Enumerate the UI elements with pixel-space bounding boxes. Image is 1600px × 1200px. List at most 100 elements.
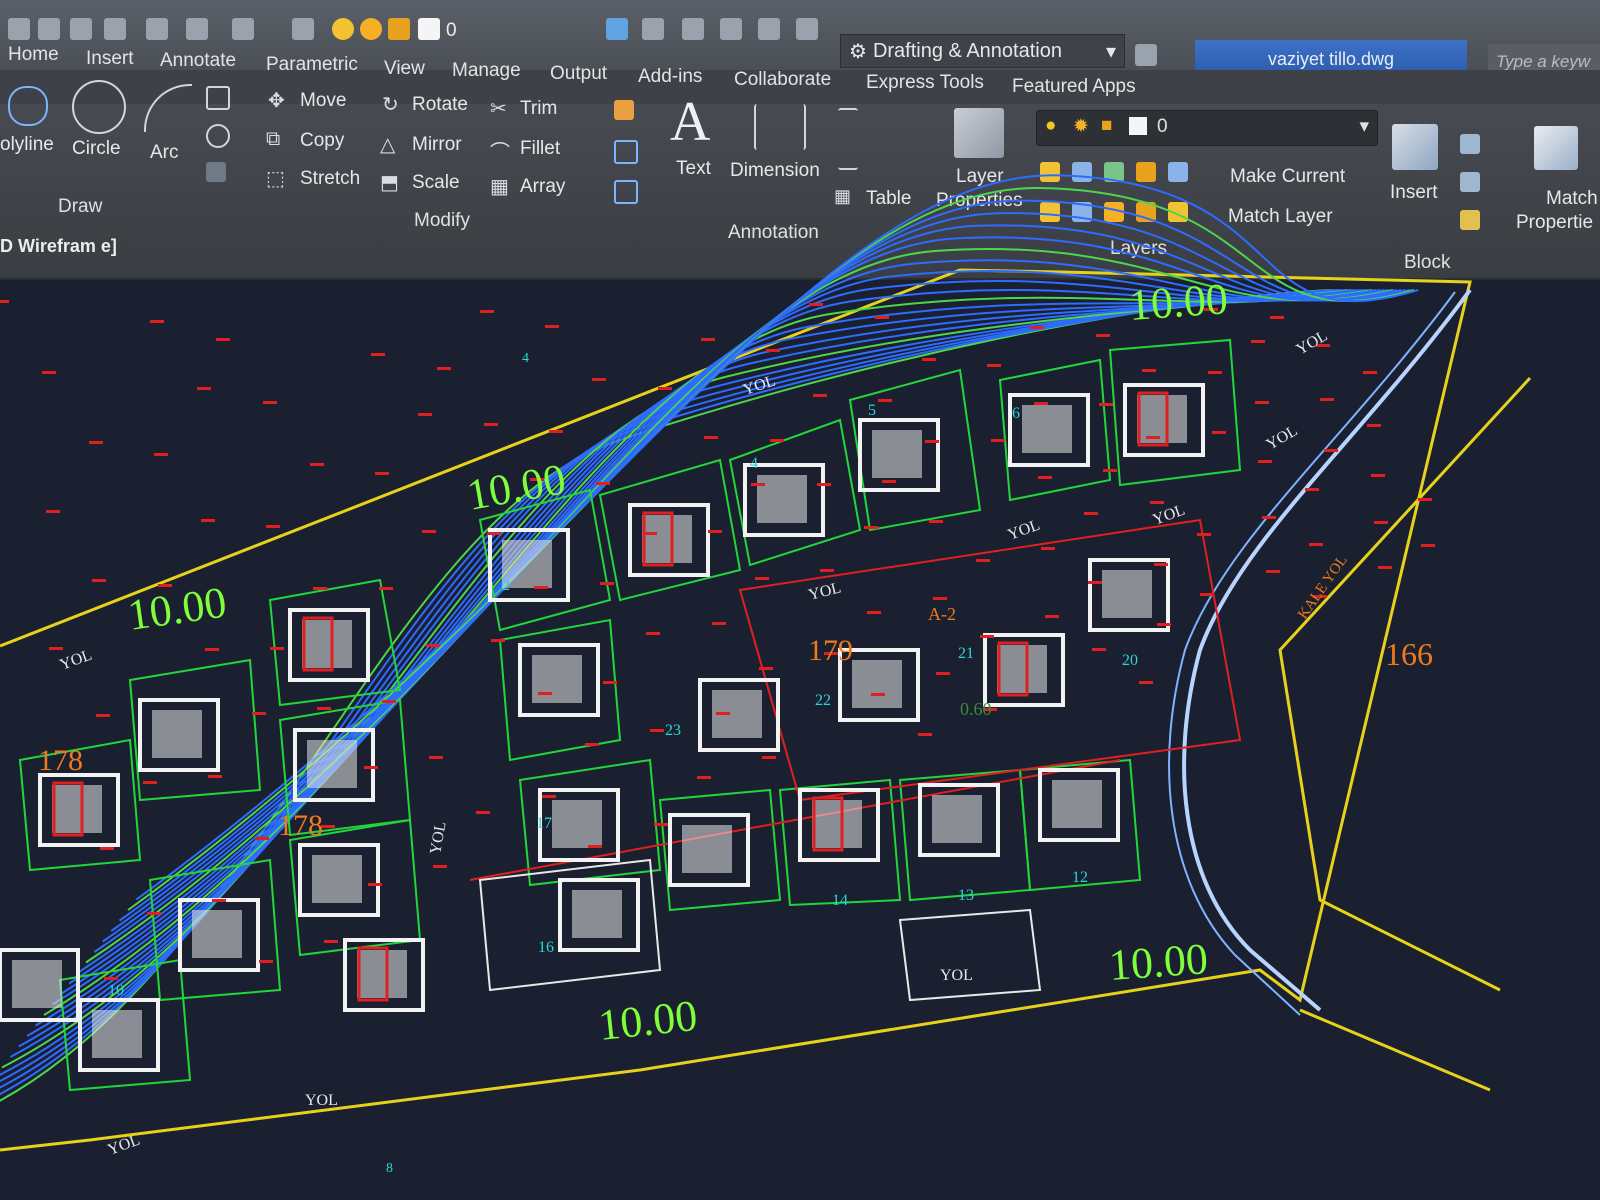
setback-label: 10.00 bbox=[463, 454, 569, 519]
elevation-mark bbox=[1045, 615, 1059, 618]
elevation-mark bbox=[259, 960, 273, 963]
building bbox=[1088, 558, 1170, 632]
elevation-mark bbox=[545, 325, 559, 328]
elevation-mark bbox=[371, 353, 385, 356]
elevation-mark bbox=[1305, 488, 1319, 491]
parcel-number: 23 bbox=[665, 722, 681, 739]
elevation-mark bbox=[1212, 431, 1226, 434]
elevation-mark bbox=[154, 453, 168, 456]
parcel-number: 2 bbox=[502, 577, 510, 594]
building-fill bbox=[572, 890, 622, 938]
elevation-mark bbox=[476, 811, 490, 814]
elevation-mark bbox=[712, 622, 726, 625]
elevation-mark bbox=[585, 743, 599, 746]
elevation-mark bbox=[538, 692, 552, 695]
elevation-mark bbox=[987, 364, 1001, 367]
elevation-mark bbox=[491, 639, 505, 642]
road-label: YOL bbox=[305, 1092, 338, 1109]
elevation-mark bbox=[89, 441, 103, 444]
elevation-mark bbox=[484, 423, 498, 426]
building bbox=[518, 643, 600, 717]
road-label: KALE YOL bbox=[1295, 552, 1351, 622]
building-fill bbox=[192, 910, 242, 958]
parcel-number: 8 bbox=[386, 1161, 393, 1176]
road-label: YOL bbox=[1006, 517, 1043, 544]
elevation-mark bbox=[46, 510, 60, 513]
elevation-mark bbox=[147, 912, 161, 915]
building-fill bbox=[997, 645, 1047, 693]
parcel-number: 16 bbox=[538, 939, 554, 956]
building bbox=[1008, 393, 1090, 467]
building bbox=[1123, 383, 1205, 457]
elevation-mark bbox=[588, 845, 602, 848]
elevation-mark bbox=[936, 672, 950, 675]
parcel-number: 12 bbox=[1072, 869, 1088, 886]
elevation-mark bbox=[980, 635, 994, 638]
elevation-mark bbox=[266, 525, 280, 528]
neighbor-boundary bbox=[1299, 1008, 1491, 1092]
viewport-label[interactable]: D Wirefram e] bbox=[0, 236, 117, 257]
drawing-canvas[interactable]: 10.00 10.00 10.00 10.00 10.00 178 178 17… bbox=[0, 0, 1600, 1200]
elevation-mark bbox=[820, 569, 834, 572]
elevation-mark bbox=[922, 358, 936, 361]
building bbox=[798, 788, 880, 862]
elevation-mark bbox=[1157, 623, 1171, 626]
elevation-mark bbox=[603, 681, 617, 684]
elevation-mark bbox=[1030, 326, 1044, 329]
elevation-mark bbox=[929, 520, 943, 523]
elevation-mark bbox=[697, 776, 711, 779]
building bbox=[138, 698, 220, 772]
elevation-mark bbox=[770, 439, 784, 442]
elevation-mark bbox=[422, 530, 436, 533]
elevation-mark bbox=[1103, 469, 1117, 472]
building-fill bbox=[52, 785, 102, 833]
building-fill bbox=[932, 795, 982, 843]
elevation-mark bbox=[96, 714, 110, 717]
building bbox=[743, 463, 825, 537]
elevation-mark bbox=[871, 693, 885, 696]
elevation-mark bbox=[1418, 498, 1432, 501]
building-fill bbox=[682, 825, 732, 873]
elevation-mark bbox=[933, 597, 947, 600]
elevation-mark bbox=[549, 430, 563, 433]
elevation-mark bbox=[809, 303, 823, 306]
building-fill bbox=[757, 475, 807, 523]
parcel-number: 13 bbox=[958, 887, 974, 904]
road-label: YOL bbox=[807, 579, 843, 603]
elevation-mark bbox=[813, 394, 827, 397]
building bbox=[1038, 768, 1120, 842]
elevation-mark bbox=[1374, 521, 1388, 524]
elevation-mark bbox=[882, 480, 896, 483]
elevation-mark bbox=[480, 310, 494, 313]
elevation-mark bbox=[212, 899, 226, 902]
elevation-mark bbox=[324, 940, 338, 943]
elevation-mark bbox=[755, 577, 769, 580]
elevation-mark bbox=[1363, 371, 1377, 374]
setback-label: 10.00 bbox=[125, 578, 230, 640]
elevation-mark bbox=[1378, 566, 1392, 569]
building-fill bbox=[302, 620, 352, 668]
elevation-mark bbox=[205, 648, 219, 651]
parcel-number: 4 bbox=[750, 455, 758, 472]
elevation-mark bbox=[918, 733, 932, 736]
building-fill bbox=[12, 960, 62, 1008]
elevation-mark bbox=[596, 482, 610, 485]
road-label: YOL bbox=[940, 967, 973, 984]
block-number: 179 bbox=[808, 634, 853, 667]
elevation-mark bbox=[1421, 544, 1435, 547]
building-fill bbox=[312, 855, 362, 903]
elevation-mark bbox=[100, 847, 114, 850]
elevation-mark bbox=[762, 756, 776, 759]
building bbox=[698, 678, 780, 752]
elevation-mark bbox=[592, 378, 606, 381]
building-fill bbox=[642, 515, 692, 563]
building bbox=[668, 813, 750, 887]
elevation-mark bbox=[1139, 681, 1153, 684]
elevation-mark bbox=[321, 825, 335, 828]
elevation-mark bbox=[0, 300, 9, 303]
elevation-mark bbox=[433, 865, 447, 868]
building-fill bbox=[307, 740, 357, 788]
elevation-mark bbox=[270, 647, 284, 650]
elevation-mark bbox=[643, 532, 657, 535]
elevation-mark bbox=[600, 582, 614, 585]
